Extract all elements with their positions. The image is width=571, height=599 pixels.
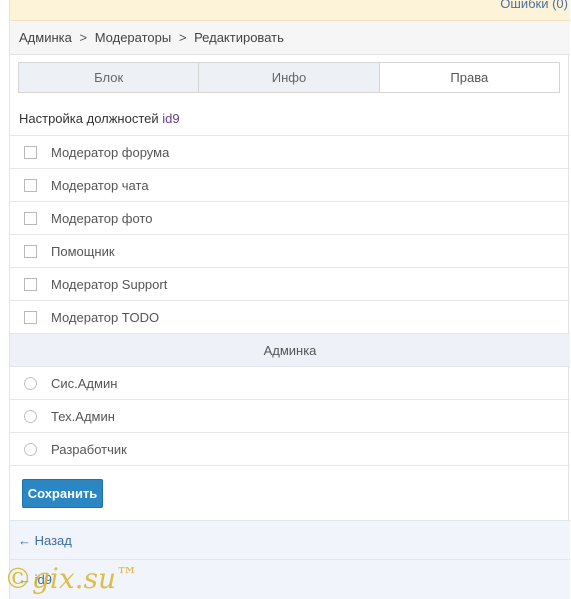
admin-option-techadmin[interactable]: Тех.Админ <box>10 400 570 433</box>
permission-label: Помощник <box>51 243 115 259</box>
user-nav-row: ← id9 <box>10 559 570 599</box>
checkbox[interactable] <box>24 310 37 324</box>
permission-label: Модератор фото <box>51 210 153 226</box>
tab-bar: Блок Инфо Права <box>18 62 560 93</box>
checkbox[interactable] <box>24 178 37 192</box>
breadcrumb-separator: > <box>178 30 187 45</box>
permission-label: Модератор форума <box>51 144 170 160</box>
permission-label: Модератор Support <box>51 276 168 292</box>
tab-block[interactable]: Блок <box>19 63 200 92</box>
admin-option-sysadmin[interactable]: Сис.Админ <box>10 367 570 400</box>
user-id-label: id9 <box>162 111 180 126</box>
permission-row-helper[interactable]: Помощник <box>10 235 570 268</box>
radio-button[interactable] <box>24 376 37 390</box>
tab-info[interactable]: Инфо <box>199 63 380 92</box>
permission-row-photo-moderator[interactable]: Модератор фото <box>10 202 570 235</box>
permission-label: Модератор чата <box>51 177 149 193</box>
permission-row-support-moderator[interactable]: Модератор Support <box>10 268 570 301</box>
back-nav-row: ← Назад <box>10 520 570 559</box>
section-title: Настройка должностей id9 <box>10 103 570 136</box>
admin-option-developer[interactable]: Разработчик <box>10 433 570 466</box>
checkbox[interactable] <box>24 244 37 258</box>
permission-label: Модератор TODO <box>51 309 160 325</box>
breadcrumb-item-admin[interactable]: Админка <box>19 30 72 45</box>
breadcrumb-separator: > <box>79 30 88 45</box>
admin-option-label: Разработчик <box>51 441 127 457</box>
breadcrumb-item-moderators[interactable]: Модераторы <box>95 30 172 45</box>
radio-button[interactable] <box>24 409 37 423</box>
checkbox[interactable] <box>24 211 37 225</box>
radio-button[interactable] <box>24 442 37 456</box>
admin-group-header: Админка <box>10 334 570 367</box>
checkbox[interactable] <box>24 277 37 291</box>
page-frame: Ошибки (0) Админка > Модераторы > Редакт… <box>9 0 570 599</box>
admin-option-label: Сис.Админ <box>51 375 118 391</box>
permission-row-chat-moderator[interactable]: Модератор чата <box>10 169 570 202</box>
breadcrumb-item-current: Редактировать <box>194 30 284 45</box>
admin-option-label: Тех.Админ <box>51 408 115 424</box>
checkbox[interactable] <box>24 145 37 159</box>
permission-row-forum-moderator[interactable]: Модератор форума <box>10 136 570 169</box>
permission-row-todo-moderator[interactable]: Модератор TODO <box>10 301 570 334</box>
breadcrumb: Админка > Модераторы > Редактировать <box>10 21 570 55</box>
section-title-text: Настройка должностей <box>19 111 159 126</box>
tab-rights[interactable]: Права <box>379 63 559 92</box>
save-button[interactable]: Сохранить <box>22 479 103 508</box>
top-bar: Ошибки (0) <box>10 0 570 21</box>
user-link[interactable]: ← id9 <box>18 572 52 587</box>
errors-link[interactable]: Ошибки (0) <box>500 0 568 11</box>
back-link[interactable]: ← Назад <box>18 533 72 548</box>
